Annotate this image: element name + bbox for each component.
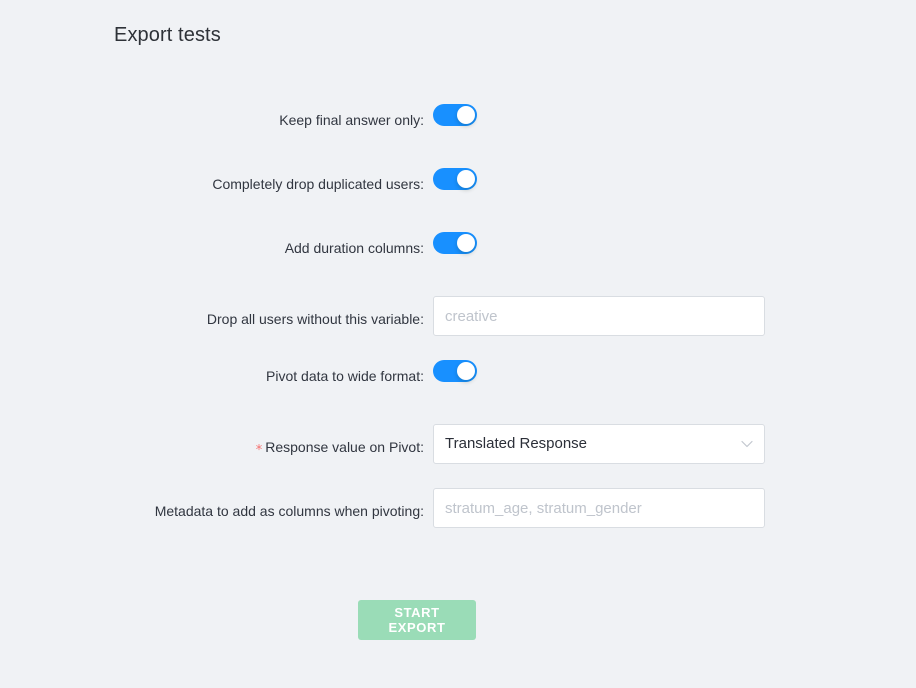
export-tests-page: Export tests Keep final answer only: Com… [0, 0, 916, 688]
toggle-keep-final-answer-only[interactable] [433, 104, 477, 126]
submit-row: START EXPORT [0, 600, 916, 640]
control-response-value-on-pivot: Translated Response [433, 424, 766, 464]
chevron-down-icon [741, 440, 753, 448]
metadata-columns-input[interactable] [433, 488, 765, 528]
label-metadata-to-add-as-columns-when-pivoting: Metadata to add as columns when pivoting… [0, 488, 433, 522]
form-row-pivot-data-to-wide-format: Pivot data to wide format: [0, 360, 766, 424]
required-asterisk-icon: * [255, 443, 263, 458]
label-keep-final-answer-only: Keep final answer only: [0, 104, 433, 131]
label-text: Drop all users without this variable [206, 311, 421, 327]
form-row-metadata-to-add-as-columns-when-pivoting: Metadata to add as columns when pivoting… [0, 488, 766, 552]
control-pivot-data-to-wide-format [433, 360, 766, 382]
toggle-knob [457, 106, 475, 124]
label-colon: : [420, 439, 424, 455]
label-text: Keep final answer only [279, 112, 421, 128]
drop-variable-input[interactable] [433, 296, 765, 336]
label-colon: : [420, 240, 424, 256]
label-text: Response value on Pivot [265, 439, 421, 455]
control-keep-final-answer-only [433, 104, 766, 126]
label-text: Completely drop duplicated users [212, 176, 421, 192]
label-add-duration-columns: Add duration columns: [0, 232, 433, 259]
toggle-knob [457, 234, 475, 252]
toggle-pivot-data-to-wide-format[interactable] [433, 360, 477, 382]
label-colon: : [420, 176, 424, 192]
label-completely-drop-duplicated-users: Completely drop duplicated users: [0, 168, 433, 195]
start-export-button[interactable]: START EXPORT [358, 600, 476, 640]
form-row-response-value-on-pivot: * Response value on Pivot: Translated Res… [0, 424, 766, 488]
toggle-completely-drop-duplicated-users[interactable] [433, 168, 477, 190]
form-row-add-duration-columns: Add duration columns: [0, 232, 766, 296]
form-row-keep-final-answer-only: Keep final answer only: [0, 104, 766, 168]
control-add-duration-columns [433, 232, 766, 254]
label-colon: : [420, 503, 424, 519]
label-text: Pivot data to wide format [266, 368, 421, 384]
label-text: Metadata to add as columns when pivoting [154, 503, 421, 519]
response-value-selected-option: Translated Response [445, 435, 588, 452]
label-colon: : [420, 311, 424, 327]
control-drop-all-users-without-this-variable [433, 296, 766, 336]
control-metadata-to-add-as-columns-when-pivoting [433, 488, 766, 528]
form-row-drop-all-users-without-this-variable: Drop all users without this variable: [0, 296, 766, 360]
toggle-add-duration-columns[interactable] [433, 232, 477, 254]
control-completely-drop-duplicated-users [433, 168, 766, 190]
form-row-completely-drop-duplicated-users: Completely drop duplicated users: [0, 168, 766, 232]
page-title: Export tests [114, 24, 221, 46]
export-tests-form: Keep final answer only: Completely drop … [0, 104, 916, 552]
toggle-knob [457, 170, 475, 188]
label-pivot-data-to-wide-format: Pivot data to wide format: [0, 360, 433, 387]
label-colon: : [420, 368, 424, 384]
toggle-knob [457, 362, 475, 380]
response-value-select[interactable]: Translated Response [433, 424, 765, 464]
label-response-value-on-pivot: * Response value on Pivot: [0, 424, 433, 458]
label-colon: : [420, 112, 424, 128]
label-drop-all-users-without-this-variable: Drop all users without this variable: [0, 296, 433, 330]
label-text: Add duration columns [284, 240, 421, 256]
